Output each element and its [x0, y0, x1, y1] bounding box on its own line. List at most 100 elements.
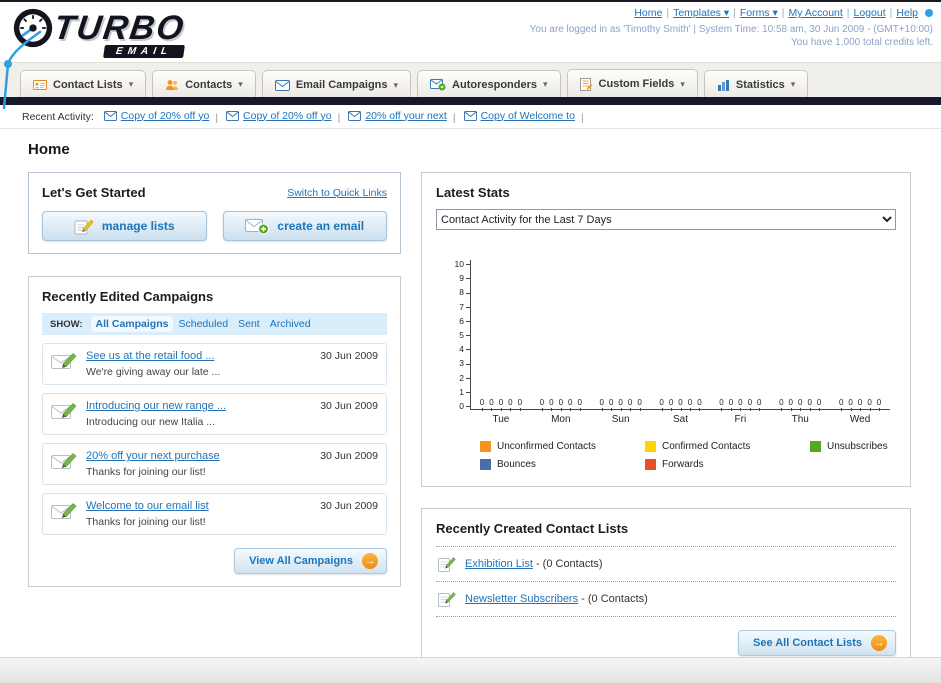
chart-x-axis: Tue Mon Sun Sat Fri Thu Wed — [471, 414, 890, 425]
edit-list-icon — [438, 556, 456, 572]
bar-value-label: 0 — [568, 398, 573, 411]
legend-swatch — [480, 441, 491, 452]
stats-title: Latest Stats — [436, 185, 510, 200]
recent-activity-link[interactable]: Copy of Welcome to — [481, 110, 575, 122]
edit-list-icon — [438, 591, 456, 607]
bar-value-label: 0 — [719, 398, 724, 411]
bar-value-label: 0 — [599, 398, 604, 411]
recent-activity-link[interactable]: Copy of 20% off yo — [121, 110, 210, 122]
contact-list-link[interactable]: Newsletter Subscribers — [465, 593, 578, 605]
legend-label: Confirmed Contacts — [662, 441, 751, 452]
create-an-email-button[interactable]: create an email — [222, 211, 387, 241]
view-all-campaigns-label: View All Campaigns — [249, 555, 353, 567]
campaign-item[interactable]: Welcome to our email list Thanks for join… — [42, 493, 387, 535]
bar-value-label: 0 — [848, 398, 853, 411]
x-tick-label: Fri — [734, 414, 747, 425]
chart-group-thu: 00000 — [770, 260, 830, 411]
bar-value-label: 0 — [618, 398, 623, 411]
top-nav-links: Home | Templates ▾ | Forms ▾ | My Account | Logo… — [530, 7, 933, 19]
contact-list-link[interactable]: Exhibition List — [465, 558, 533, 570]
activity-separator: | — [215, 111, 219, 124]
main-nav: Contact Lists ▾ Contacts ▾ Email Campaigns ▾ A… — [0, 62, 941, 99]
tab-label: Email Campaigns — [295, 79, 388, 91]
tab-label: Contact Lists — [53, 78, 123, 91]
filter-sent[interactable]: Sent — [233, 316, 265, 332]
tab-email-campaigns[interactable]: Email Campaigns ▾ — [261, 70, 412, 99]
nav-link-my-account[interactable]: My Account — [789, 7, 843, 19]
recent-activity-item[interactable]: Copy of 20% off yo — [226, 110, 332, 122]
see-all-contact-lists-button[interactable]: See All Contact Lists — [737, 630, 896, 656]
bar-value-label: 0 — [728, 398, 734, 411]
tab-contacts[interactable]: Contacts ▾ — [152, 69, 256, 99]
recent-activity-link[interactable]: 20% off your next — [365, 110, 447, 122]
legend-swatch — [645, 459, 656, 470]
campaign-item[interactable]: Introducing our new range ... Introducing… — [42, 393, 387, 435]
bar-value-label: 0 — [757, 398, 762, 411]
switch-quick-links-link[interactable]: Switch to Quick Links — [287, 187, 387, 199]
x-tick-label: Thu — [791, 414, 809, 425]
contact-list-item[interactable]: Exhibition List - (0 Contacts) — [436, 546, 896, 581]
bar-value-label: 0 — [637, 398, 642, 411]
campaign-title-link[interactable]: See us at the retail food ... — [86, 350, 312, 362]
contact-list-count: - (0 Contacts) — [581, 593, 648, 605]
contact-lists-title: Recently Created Contact Lists — [436, 521, 629, 536]
campaign-date: 30 Jun 2009 — [320, 450, 378, 462]
campaign-title-link[interactable]: Introducing our new range ... — [86, 400, 312, 412]
chart-y-axis: 10 9 8 7 6 5 4 3 2 1 0 — [446, 260, 470, 410]
recent-activity-link[interactable]: Copy of 20% off yo — [243, 110, 332, 122]
campaign-list: See us at the retail food ... We're givin… — [42, 343, 387, 535]
campaign-title-link[interactable]: 20% off your next purchase — [86, 450, 312, 462]
bar-value-label: 0 — [807, 398, 812, 411]
y-tick-label: 10 — [455, 260, 470, 269]
footer — [0, 657, 941, 683]
chart-group-fri: 00000 — [710, 260, 770, 411]
nav-separator: | — [846, 7, 850, 19]
contacts-icon — [165, 79, 179, 91]
statistics-icon — [717, 79, 730, 91]
campaign-item[interactable]: 20% off your next purchase Thanks for joi… — [42, 443, 387, 485]
bar-value-label: 0 — [498, 398, 504, 411]
campaign-subtitle: We're giving away our late ... — [86, 366, 221, 378]
campaign-title-link[interactable]: Welcome to our email list — [86, 500, 312, 512]
show-label: SHOW: — [50, 318, 83, 330]
nav-divider-bar — [0, 97, 941, 105]
legend-item-confirmed-contacts: Confirmed Contacts — [645, 441, 810, 452]
chevron-down-icon: ▾ — [393, 79, 399, 90]
contact-activity-chart: 10 9 8 7 6 5 4 3 2 1 0 000000000000000000000000000… — [446, 260, 890, 470]
envelope-icon — [103, 110, 117, 121]
x-tick-label: Mon — [551, 414, 571, 425]
campaigns-panel: Recently Edited Campaigns SHOW: All Camp… — [28, 276, 401, 587]
filter-scheduled[interactable]: Scheduled — [173, 316, 233, 332]
recent-activity-item[interactable]: 20% off your next — [348, 110, 447, 122]
tab-statistics[interactable]: Statistics ▾ — [703, 69, 809, 99]
nav-link-home[interactable]: Home — [634, 7, 662, 19]
envelope-icon — [348, 110, 362, 121]
button-label: create an email — [277, 219, 365, 233]
chart-group-sat: 00000 — [651, 260, 711, 411]
nav-separator: | — [733, 7, 736, 19]
chevron-down-icon: ▾ — [238, 79, 243, 89]
nav-link-logout[interactable]: Logout — [854, 7, 886, 19]
nav-link-help[interactable]: Help — [896, 7, 918, 19]
tab-contact-lists[interactable]: Contact Lists ▾ — [20, 69, 147, 99]
filter-archived[interactable]: Archived — [265, 316, 316, 332]
campaign-item[interactable]: See us at the retail food ... We're givin… — [42, 343, 387, 385]
manage-lists-button[interactable]: manage lists — [42, 211, 207, 241]
pencil-icon — [74, 217, 94, 235]
stats-period-select[interactable]: Contact Activity for the Last 7 Days — [436, 209, 896, 230]
recent-activity-item[interactable]: Copy of Welcome to — [463, 110, 575, 122]
bar-value-label: 0 — [489, 398, 494, 411]
tab-custom-fields[interactable]: Custom Fields ▾ — [566, 69, 698, 98]
view-all-campaigns-button[interactable]: View All Campaigns — [234, 548, 387, 574]
filter-all-campaigns[interactable]: All Campaigns — [90, 316, 174, 332]
envelope-icon — [226, 110, 240, 121]
tab-autoresponders[interactable]: Autoresponders ▾ — [417, 69, 561, 99]
recent-activity-item[interactable]: Copy of 20% off yo — [103, 110, 210, 122]
campaign-subtitle: Thanks for joining our list! — [86, 466, 206, 478]
chevron-down-icon: ▾ — [790, 79, 796, 89]
nav-link-forms[interactable]: Forms ▾ — [740, 7, 778, 19]
contact-list-item[interactable]: Newsletter Subscribers - (0 Contacts) — [436, 581, 896, 616]
tab-label: Custom Fields — [598, 78, 675, 90]
nav-link-templates[interactable]: Templates ▾ — [673, 7, 729, 19]
y-tick-label: 3 — [459, 359, 470, 368]
